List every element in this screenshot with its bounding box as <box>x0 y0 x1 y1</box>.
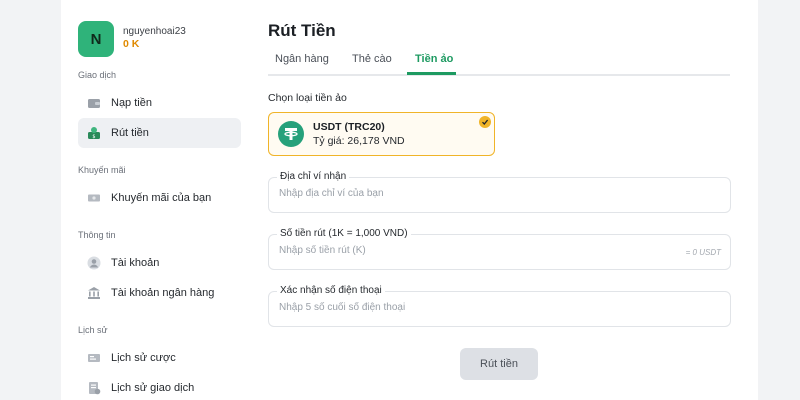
tether-icon <box>278 121 304 147</box>
coin-option-usdt-trc20[interactable]: USDT (TRC20) Tỷ giá: 26,178 VND <box>268 112 495 156</box>
transaction-history-icon <box>87 381 101 395</box>
tab-crypto[interactable]: Tiền ảo <box>415 53 453 65</box>
sidebar-item-transaction-history[interactable]: Lịch sử giao dịch <box>78 373 241 400</box>
section-title-promotions: Khuyến mãi <box>78 165 126 175</box>
sidebar-item-bet-history[interactable]: Lịch sử cược <box>78 343 241 373</box>
sidebar-item-label: Lịch sử cược <box>111 352 176 364</box>
user-icon <box>87 256 101 270</box>
wallet-address-field: Địa chỉ ví nhận <box>268 171 731 213</box>
tab-scratch-card[interactable]: Thẻ cào <box>352 53 392 65</box>
sidebar-item-my-promotions[interactable]: Khuyến mãi của bạn <box>78 183 241 213</box>
sidebar: N nguyenhoai23 0 K Giao dịch Nạp tiền $ … <box>78 0 243 400</box>
checkmark-icon <box>479 116 491 128</box>
phone-confirm-label: Xác nhận số điện thoại <box>277 285 385 296</box>
phone-confirm-input[interactable] <box>279 302 679 313</box>
section-title-info: Thông tin <box>78 230 116 240</box>
ticket-icon <box>87 191 101 205</box>
svg-text:$: $ <box>92 134 95 140</box>
amount-label: Số tiền rút (1K = 1,000 VND) <box>277 228 411 239</box>
sidebar-item-account[interactable]: Tài khoản <box>78 248 241 278</box>
sidebar-item-withdraw[interactable]: $ Rút tiền <box>78 118 241 148</box>
page-title: Rút Tiền <box>268 21 336 40</box>
amount-input[interactable] <box>279 245 679 256</box>
wallet-address-input[interactable] <box>279 188 679 199</box>
sidebar-item-deposit[interactable]: Nạp tiền <box>78 88 241 118</box>
sidebar-item-label: Khuyến mãi của bạn <box>111 192 212 204</box>
withdraw-icon: $ <box>87 126 101 140</box>
active-tab-indicator <box>407 72 456 75</box>
coin-rate: Tỷ giá: 26,178 VND <box>313 135 405 147</box>
section-title-transactions: Giao dịch <box>78 70 117 80</box>
withdraw-button[interactable]: Rút tiền <box>460 348 538 380</box>
bank-icon <box>87 286 101 300</box>
wallet-icon <box>87 96 101 110</box>
avatar[interactable]: N <box>78 21 114 57</box>
sidebar-item-label: Tài khoản <box>111 257 160 269</box>
bet-history-icon <box>87 351 101 365</box>
username: nguyenhoai23 <box>123 26 186 37</box>
tab-bank[interactable]: Ngân hàng <box>275 53 329 65</box>
coin-name: USDT (TRC20) <box>313 121 385 133</box>
sidebar-item-bank-account[interactable]: Tài khoản ngân hàng <box>78 278 241 308</box>
usdt-conversion: = 0 USDT <box>685 248 721 257</box>
tab-bar: Ngân hàng Thẻ cào Tiền ảo <box>268 46 730 76</box>
section-title-history: Lịch sử <box>78 325 108 335</box>
sidebar-item-label: Lịch sử giao dịch <box>111 382 195 394</box>
sidebar-item-label: Nạp tiền <box>111 97 152 109</box>
phone-confirm-field: Xác nhận số điện thoại <box>268 285 731 327</box>
amount-field: Số tiền rút (1K = 1,000 VND) = 0 USDT <box>268 228 731 270</box>
balance: 0 K <box>123 38 140 50</box>
coin-section-label: Chọn loại tiền ảo <box>268 92 347 104</box>
wallet-address-label: Địa chỉ ví nhận <box>277 171 350 182</box>
sidebar-item-label: Rút tiền <box>111 127 149 139</box>
sidebar-item-label: Tài khoản ngân hàng <box>111 287 215 299</box>
